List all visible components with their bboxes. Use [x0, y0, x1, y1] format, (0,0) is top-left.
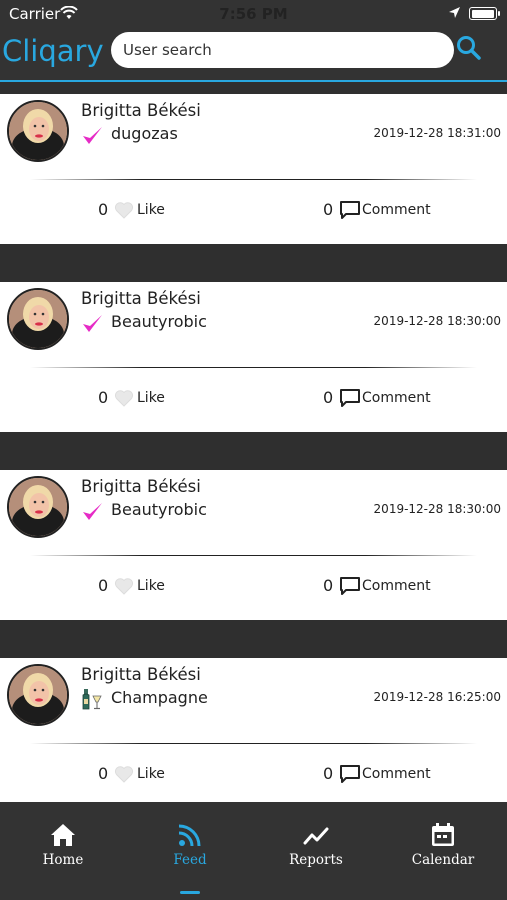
post-timestamp: 2019-12-28 18:30:00: [373, 502, 501, 516]
user-search-input[interactable]: [111, 32, 454, 68]
post-author-name[interactable]: Brigitta Békési: [81, 665, 201, 684]
comment-bubble-icon: [340, 765, 360, 783]
tab-home[interactable]: Home: [0, 802, 126, 900]
post-activity: Beautyrobic: [111, 312, 207, 331]
battery-icon: [469, 7, 500, 20]
tab-reports[interactable]: Reports: [253, 802, 379, 900]
tab-calendar[interactable]: Calendar: [380, 802, 506, 900]
post-activity: Beautyrobic: [111, 500, 207, 519]
like-count: 0: [98, 200, 109, 219]
checkmark-icon: [83, 127, 102, 144]
comment-label: Comment: [362, 390, 431, 406]
search-icon[interactable]: [456, 35, 482, 61]
post-timestamp: 2019-12-28 16:25:00: [373, 690, 501, 704]
feed-post[interactable]: Brigitta Békési dugozas 2019-12-28 18:31:0…: [0, 94, 507, 244]
like-label: Like: [137, 202, 165, 218]
comment-label: Comment: [362, 578, 431, 594]
location-arrow-icon: [449, 7, 460, 18]
comment-count: 0: [323, 576, 334, 595]
tab-bar: Home Feed Reports Calendar: [0, 802, 507, 900]
tab-reports-label: Reports: [289, 852, 343, 868]
post-activity: Champagne: [111, 688, 208, 707]
like-label: Like: [137, 766, 165, 782]
post-divider: [30, 179, 477, 180]
like-count: 0: [98, 764, 109, 783]
comment-count: 0: [323, 200, 334, 219]
comment-count: 0: [323, 764, 334, 783]
avatar[interactable]: [7, 664, 69, 726]
like-count: 0: [98, 388, 109, 407]
post-author-name[interactable]: Brigitta Békési: [81, 477, 201, 496]
like-label: Like: [137, 578, 165, 594]
post-divider: [30, 555, 477, 556]
checkmark-icon: [83, 503, 102, 520]
comment-bubble-icon: [340, 201, 360, 219]
feed-icon: [178, 824, 201, 847]
comment-label: Comment: [362, 766, 431, 782]
post-divider: [30, 367, 477, 368]
heart-icon: [114, 202, 134, 219]
feed-post[interactable]: Brigitta Békési Beautyrobic 2019-12-28 18:…: [0, 470, 507, 620]
like-label: Like: [137, 390, 165, 406]
feed-list[interactable]: Brigitta Békési dugozas 2019-12-28 18:31:0…: [0, 94, 507, 802]
comment-label: Comment: [362, 202, 431, 218]
tab-feed-label: Feed: [173, 852, 207, 868]
comment-bubble-icon: [340, 577, 360, 595]
clock: 7:56 PM: [219, 5, 288, 23]
home-icon: [51, 824, 75, 846]
heart-icon: [114, 390, 134, 407]
active-tab-indicator: [180, 891, 200, 894]
app-logo: Cliqary: [2, 34, 104, 68]
tab-home-label: Home: [42, 852, 84, 868]
tab-feed[interactable]: Feed: [127, 802, 253, 900]
feed-post[interactable]: Brigitta Békési Champagne 2019-12-28 16:25…: [0, 658, 507, 802]
post-timestamp: 2019-12-28 18:30:00: [373, 314, 501, 328]
avatar[interactable]: [7, 100, 69, 162]
like-count: 0: [98, 576, 109, 595]
post-author-name[interactable]: Brigitta Békési: [81, 289, 201, 308]
feed-post[interactable]: Brigitta Békési Beautyrobic 2019-12-28 18:…: [0, 282, 507, 432]
tab-calendar-label: Calendar: [411, 852, 475, 868]
reports-icon: [303, 827, 329, 845]
avatar[interactable]: [7, 476, 69, 538]
post-activity: dugozas: [111, 124, 178, 143]
calendar-icon: [432, 823, 454, 846]
comment-count: 0: [323, 388, 334, 407]
comment-bubble-icon: [340, 389, 360, 407]
heart-icon: [114, 578, 134, 595]
post-timestamp: 2019-12-28 18:31:00: [373, 126, 501, 140]
checkmark-icon: [83, 315, 102, 332]
app-header: Cliqary: [0, 28, 507, 82]
status-bar: Carrier 7:56 PM: [0, 0, 507, 28]
avatar[interactable]: [7, 288, 69, 350]
champagne-icon: [82, 689, 102, 710]
post-author-name[interactable]: Brigitta Békési: [81, 101, 201, 120]
post-divider: [30, 743, 477, 744]
heart-icon: [114, 766, 134, 783]
